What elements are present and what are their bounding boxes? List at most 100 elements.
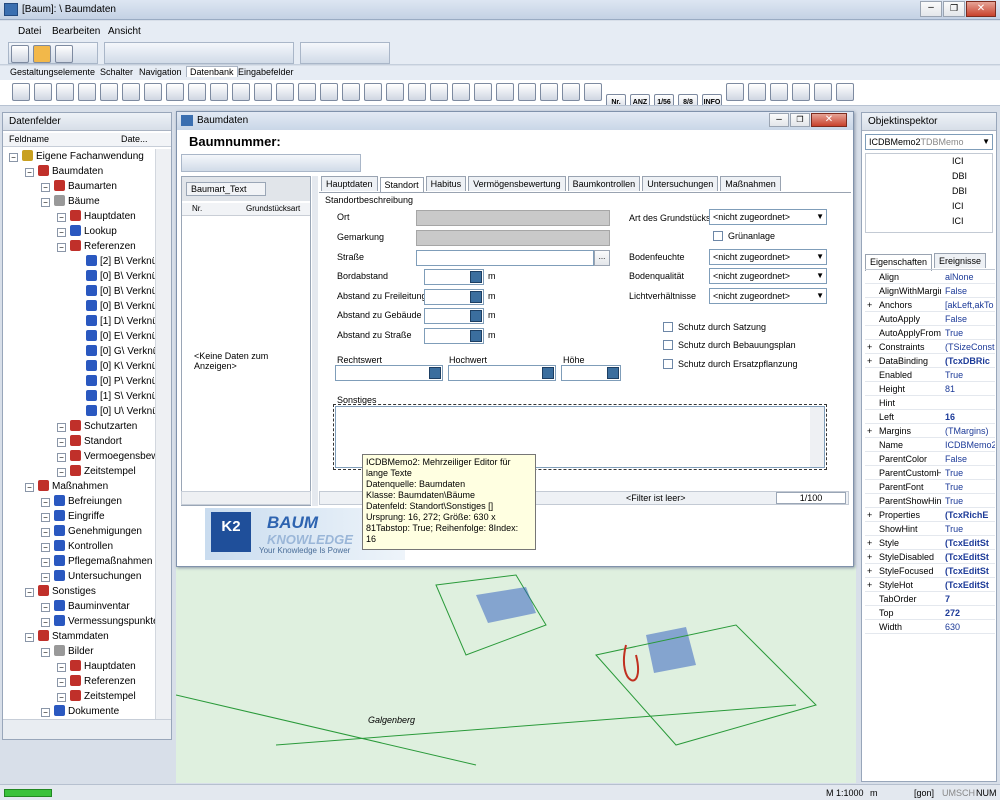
expand-icon[interactable]: − <box>41 603 50 612</box>
component-list-item[interactable]: ICI <box>952 216 964 226</box>
ribbon-tool-icon[interactable]: INFO <box>702 94 722 105</box>
menu-datei[interactable]: Datei <box>18 26 41 37</box>
property-row[interactable]: ShowHint True <box>865 522 995 536</box>
bodenqualitaet-combo[interactable]: <nicht zugeordnet> ▼ <box>709 268 827 284</box>
ribbon-tool-icon[interactable] <box>408 83 426 101</box>
property-value[interactable]: 272 <box>945 606 995 620</box>
expand-icon[interactable]: − <box>41 513 50 522</box>
ribbon-tool-icon[interactable]: Nr. <box>606 94 626 105</box>
ribbon-tool-icon[interactable] <box>210 83 228 101</box>
property-row[interactable]: + StyleHot (TcxEditSt <box>865 578 995 592</box>
ribbon-tool-icon[interactable] <box>386 83 404 101</box>
property-value[interactable]: True <box>945 494 995 508</box>
tree-node[interactable]: − Bauminventar <box>41 599 130 614</box>
expand-icon[interactable]: − <box>25 633 34 642</box>
component-list-item[interactable]: DBI <box>952 186 967 196</box>
tree-node[interactable]: − Standort <box>57 434 122 449</box>
ribbon-tool-icon[interactable] <box>254 83 272 101</box>
grid-group-header[interactable]: Baumart_Text <box>186 182 266 196</box>
menu-bearbeiten[interactable]: Bearbeiten <box>52 26 100 37</box>
property-value[interactable]: (TcxRichE <box>945 508 995 522</box>
tree-node[interactable]: [1] S\ Verknüp <box>73 389 163 404</box>
property-value[interactable]: 16 <box>945 410 995 424</box>
expand-icon[interactable]: − <box>57 678 66 687</box>
property-value[interactable]: True <box>945 522 995 536</box>
tree-node[interactable]: − Kontrollen <box>41 539 113 554</box>
form-maximize-button[interactable]: ❐ <box>790 113 810 127</box>
ribbon-tool-icon[interactable] <box>342 83 360 101</box>
expand-icon[interactable]: − <box>41 528 50 537</box>
ribbon-tool-icon[interactable] <box>518 83 536 101</box>
calculator-icon[interactable] <box>470 291 482 303</box>
property-row[interactable]: + Properties (TcxRichE <box>865 508 995 522</box>
property-row[interactable]: AutoApply False <box>865 312 995 326</box>
tree-node[interactable]: − Referenzen <box>57 239 136 254</box>
ribbon-tool-icon[interactable]: 8/8 <box>678 94 698 105</box>
property-row[interactable]: AutoApplyFromP True <box>865 326 995 340</box>
property-value[interactable]: (TcxEditSt <box>945 578 995 592</box>
expand-icon[interactable]: − <box>57 438 66 447</box>
ribbon-tool-icon[interactable] <box>78 83 96 101</box>
calculator-icon[interactable] <box>470 330 482 342</box>
tree-node[interactable]: − Lookup <box>57 224 117 239</box>
form-tab[interactable]: Vermögensbewertung <box>468 176 566 191</box>
ribbon-tool-icon[interactable] <box>792 83 810 101</box>
tree-node[interactable]: − Eigene Fachanwendung <box>9 149 144 164</box>
calculator-icon[interactable] <box>607 367 619 379</box>
property-row[interactable]: ParentShowHint True <box>865 494 995 508</box>
tree-node[interactable]: [2] B\ Verknüp <box>73 254 163 269</box>
minimize-button[interactable]: – <box>920 1 942 17</box>
property-value[interactable]: False <box>945 284 995 298</box>
calculator-icon[interactable] <box>470 271 482 283</box>
menu-ansicht[interactable]: Ansicht <box>108 26 141 37</box>
expand-icon[interactable]: + <box>867 536 872 550</box>
expand-icon[interactable]: + <box>867 298 872 312</box>
expand-icon[interactable]: + <box>867 564 872 578</box>
tree-node[interactable]: − Bäume <box>41 194 100 209</box>
ribbon-tool-icon[interactable] <box>770 83 788 101</box>
tree-node[interactable]: − Zeitstempel <box>57 689 136 704</box>
tree-node[interactable]: − Stammdaten <box>25 629 109 644</box>
expand-icon[interactable]: + <box>867 578 872 592</box>
col-date[interactable]: Date... <box>121 134 148 144</box>
property-value[interactable]: alNone <box>945 270 995 284</box>
tree-node[interactable]: − Schutzarten <box>57 419 137 434</box>
strasse-browse-button[interactable]: ... <box>594 250 610 266</box>
tree-node[interactable]: − Maßnahmen <box>25 479 108 494</box>
property-value[interactable]: (TcxEditSt <box>945 564 995 578</box>
expand-icon[interactable]: − <box>57 213 66 222</box>
tree-node[interactable]: − Untersuchungen <box>41 569 141 584</box>
art-combo[interactable]: <nicht zugeordnet> ▼ <box>709 209 827 225</box>
grid-col-grundstuecksart[interactable]: Grundstücksart <box>246 204 300 213</box>
ribbon-tool-icon[interactable] <box>34 83 52 101</box>
tree-node[interactable]: [0] G\ Verknüp <box>73 344 163 359</box>
tree-node[interactable]: − Dokumente <box>41 704 119 717</box>
property-value[interactable]: False <box>945 452 995 466</box>
property-row[interactable]: + Constraints (TSizeConst <box>865 340 995 354</box>
tree-node[interactable]: − Hauptdaten <box>57 659 136 674</box>
property-row[interactable]: AlignWithMargins False <box>865 284 995 298</box>
ribbon-tool-icon[interactable] <box>56 83 74 101</box>
expand-icon[interactable]: − <box>41 618 50 627</box>
tree-scrollbar[interactable] <box>155 149 171 719</box>
calculator-icon[interactable] <box>470 310 482 322</box>
gruenanlage-checkbox[interactable]: Grünanlage <box>713 231 775 241</box>
form-tab[interactable]: Habitus <box>425 176 467 191</box>
expand-icon[interactable]: − <box>41 708 50 717</box>
expand-icon[interactable]: + <box>867 508 872 522</box>
ribbon-tool-icon[interactable] <box>562 83 580 101</box>
tree-node[interactable]: [0] B\ Verknüp <box>73 299 163 314</box>
calculator-icon[interactable] <box>429 367 441 379</box>
property-value[interactable]: (TcxEditSt <box>945 536 995 550</box>
memo-scrollbar[interactable] <box>810 407 824 467</box>
expand-icon[interactable]: − <box>57 228 66 237</box>
property-value[interactable]: (TMargins) <box>945 424 995 438</box>
component-list-item[interactable]: DBI <box>952 171 967 181</box>
form-tab[interactable]: Hauptdaten <box>321 176 378 191</box>
ribbon-tool-icon[interactable] <box>496 83 514 101</box>
property-row[interactable]: + Margins (TMargins) <box>865 424 995 438</box>
property-row[interactable]: Name ICDBMemo2 <box>865 438 995 452</box>
tree-node[interactable]: [0] B\ Verknüp <box>73 269 163 284</box>
tree-node[interactable]: [0] B\ Verknüp <box>73 284 163 299</box>
tab-navigation[interactable]: Navigation <box>139 67 182 77</box>
